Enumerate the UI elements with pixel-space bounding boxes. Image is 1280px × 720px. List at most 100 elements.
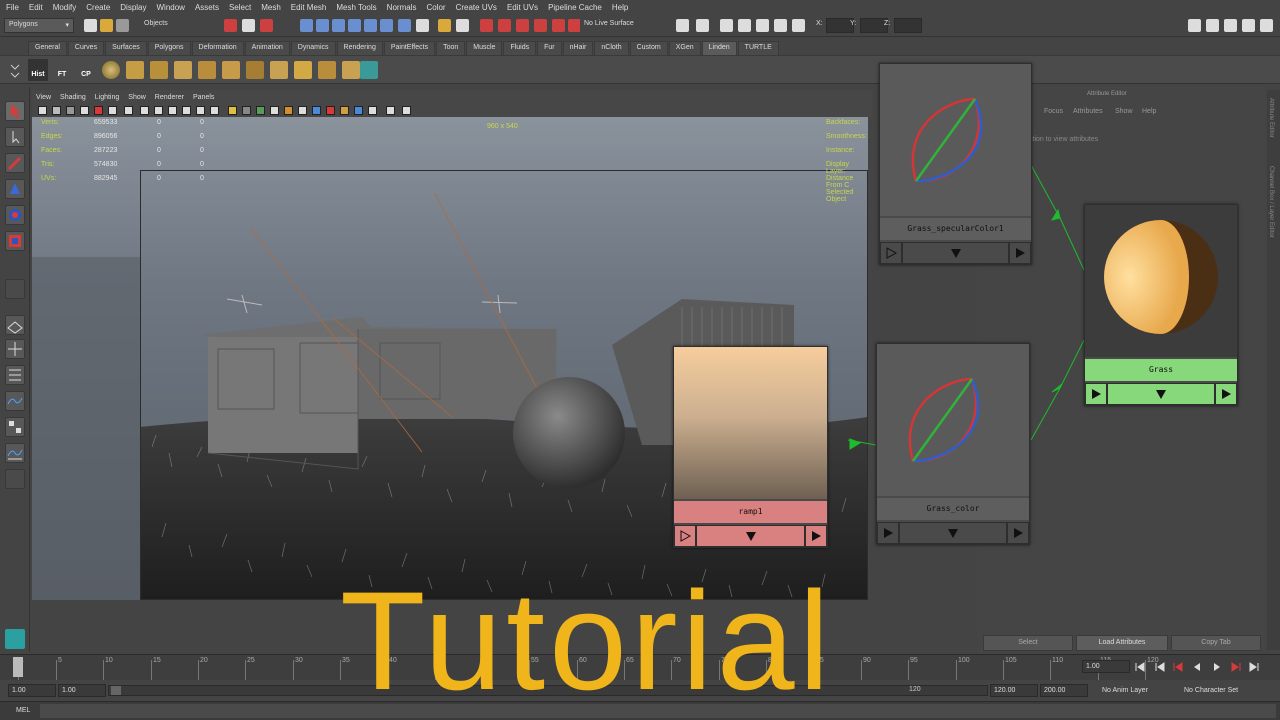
move-tool-icon[interactable] — [5, 179, 25, 199]
end-time-field[interactable]: 200.00 — [1040, 684, 1088, 697]
film-gate-icon[interactable] — [140, 106, 149, 115]
menu-pipeline-cache[interactable]: Pipeline Cache — [548, 3, 602, 12]
relative-transform-icon[interactable] — [756, 19, 769, 32]
ae-menu-show[interactable]: Show — [1115, 108, 1133, 115]
wireframe-on-shaded-icon[interactable] — [256, 106, 265, 115]
tool-settings-icon[interactable] — [1224, 19, 1237, 32]
menu-modify[interactable]: Modify — [53, 3, 77, 12]
shelf-tab-curves[interactable]: Curves — [67, 41, 105, 55]
symmetry-icon[interactable] — [676, 19, 689, 32]
input-port-icon[interactable] — [877, 522, 899, 544]
camera-attributes-icon[interactable] — [52, 106, 61, 115]
smooth-shade-icon[interactable] — [242, 106, 251, 115]
wireframe-icon[interactable] — [228, 106, 237, 115]
select-by-hierarchy-icon[interactable] — [224, 19, 237, 32]
shelf-tab-fluids[interactable]: Fluids — [503, 41, 537, 55]
snap-view-icon[interactable] — [380, 19, 393, 32]
ae-copy-tab-button[interactable]: Copy Tab — [1171, 635, 1261, 651]
shelf-tab-general[interactable]: General — [28, 41, 67, 55]
shelf-tab-animation[interactable]: Animation — [244, 41, 290, 55]
lasso-tool-icon[interactable] — [5, 127, 25, 147]
screen-space-ao-icon[interactable] — [312, 106, 321, 115]
playback-start-field[interactable]: 1.00 — [58, 684, 106, 697]
menu-set-dropdown[interactable]: Polygons ▾ — [4, 18, 74, 33]
snap-surface-icon[interactable] — [364, 19, 377, 32]
menu-window[interactable]: Window — [157, 3, 185, 12]
shelf-tab-fur[interactable]: Fur — [537, 41, 562, 55]
select-tool-icon[interactable] — [5, 101, 25, 121]
xray-icon[interactable] — [386, 106, 395, 115]
gate-mask-icon[interactable] — [168, 106, 177, 115]
soft-select-icon[interactable] — [696, 19, 709, 32]
panel-menu-show[interactable]: Show — [128, 94, 146, 101]
shelf-tab-turtle[interactable]: TURTLE — [737, 41, 779, 55]
menu-create[interactable]: Create — [86, 3, 110, 12]
side-tab-channel-box[interactable]: Channel Box / Layer Editor — [1268, 166, 1274, 238]
menu-select[interactable]: Select — [229, 3, 251, 12]
current-frame-field[interactable]: 1.00 — [1082, 660, 1130, 673]
expand-port-icon[interactable] — [696, 525, 805, 547]
output-port-icon[interactable] — [1215, 383, 1237, 405]
node-grass-material[interactable]: Grass — [1084, 204, 1238, 406]
xray-joints-icon[interactable] — [402, 106, 411, 115]
output-port-icon[interactable] — [1009, 242, 1031, 264]
shelf-tool-separate-icon[interactable] — [318, 61, 336, 79]
shelf-tab-ncloth[interactable]: nCloth — [594, 41, 629, 55]
select-camera-icon[interactable] — [38, 106, 47, 115]
motion-blur-icon[interactable] — [326, 106, 335, 115]
ae-menu-attributes[interactable]: Attributes — [1073, 108, 1103, 115]
shelf-tool-extrude-icon[interactable] — [246, 61, 264, 79]
resolution-gate-icon[interactable] — [154, 106, 163, 115]
two-d-pan-zoom-icon[interactable] — [94, 106, 103, 115]
quick-select-icon[interactable] — [792, 19, 805, 32]
rename-icon[interactable] — [774, 19, 787, 32]
range-slider-handle-start[interactable] — [111, 686, 121, 695]
shelf-menu-icon[interactable] — [10, 59, 20, 81]
shelf-tab-surfaces[interactable]: Surfaces — [105, 41, 147, 55]
menu-edit-mesh[interactable]: Edit Mesh — [291, 3, 327, 12]
panel-menu-panels[interactable]: Panels — [193, 94, 214, 101]
start-time-field[interactable]: 1.00 — [8, 684, 56, 697]
menu-display[interactable]: Display — [120, 3, 146, 12]
grease-pencil-icon[interactable] — [108, 106, 117, 115]
history-input-icon[interactable] — [398, 19, 411, 32]
ae-select-button[interactable]: Select — [983, 635, 1073, 651]
shelf-tab-linden[interactable]: Linden — [701, 41, 737, 55]
persp-graph-layout-icon[interactable] — [5, 443, 25, 463]
select-by-component-icon[interactable] — [260, 19, 273, 32]
live-surface-field[interactable]: No Live Surface — [580, 18, 660, 33]
render-current-frame-icon[interactable] — [456, 19, 469, 32]
new-scene-icon[interactable] — [84, 19, 97, 32]
menu-create-uvs[interactable]: Create UVs — [456, 3, 497, 12]
use-all-lights-icon[interactable] — [284, 106, 293, 115]
field-chart-icon[interactable] — [182, 106, 191, 115]
shelf-tool-plane-icon[interactable] — [198, 61, 216, 79]
shelf-tab-custom[interactable]: Custom — [629, 41, 668, 55]
menu-file[interactable]: File — [6, 3, 19, 12]
shelf-tab-rendering[interactable]: Rendering — [336, 41, 383, 55]
snap-point-icon[interactable] — [332, 19, 345, 32]
isolate-select-icon[interactable] — [368, 106, 377, 115]
hist-button[interactable]: Hist — [28, 59, 48, 81]
custom-layout-icon[interactable] — [5, 469, 25, 489]
snap-curve-icon[interactable] — [316, 19, 329, 32]
shelf-tool-maya-icon[interactable] — [360, 61, 378, 79]
shelf-tab-muscle[interactable]: Muscle — [466, 41, 503, 55]
shelf-tool-cylinder-icon[interactable] — [150, 61, 168, 79]
shelf-tool-cone-icon[interactable] — [174, 61, 192, 79]
shelf-tool-combine-icon[interactable] — [294, 61, 312, 79]
playback-end-field[interactable]: 120.00 — [990, 684, 1038, 697]
panel-menu-shading[interactable]: Shading — [60, 94, 86, 101]
layer-editor-icon[interactable] — [1260, 19, 1273, 32]
bookmarks-icon[interactable] — [66, 106, 75, 115]
panel-menu-lighting[interactable]: Lighting — [95, 94, 120, 101]
shelf-tab-painteffects[interactable]: PaintEffects — [383, 41, 436, 55]
character-set-dropdown[interactable]: No Character Set — [1184, 687, 1238, 694]
render-settings-icon[interactable] — [498, 19, 511, 32]
menu-edit-uvs[interactable]: Edit UVs — [507, 3, 538, 12]
expand-port-icon[interactable] — [899, 522, 1007, 544]
safe-action-icon[interactable] — [196, 106, 205, 115]
output-port-icon[interactable] — [1007, 522, 1029, 544]
shelf-tab-nhair[interactable]: nHair — [562, 41, 594, 55]
graph-editor-layout-icon[interactable] — [5, 391, 25, 411]
